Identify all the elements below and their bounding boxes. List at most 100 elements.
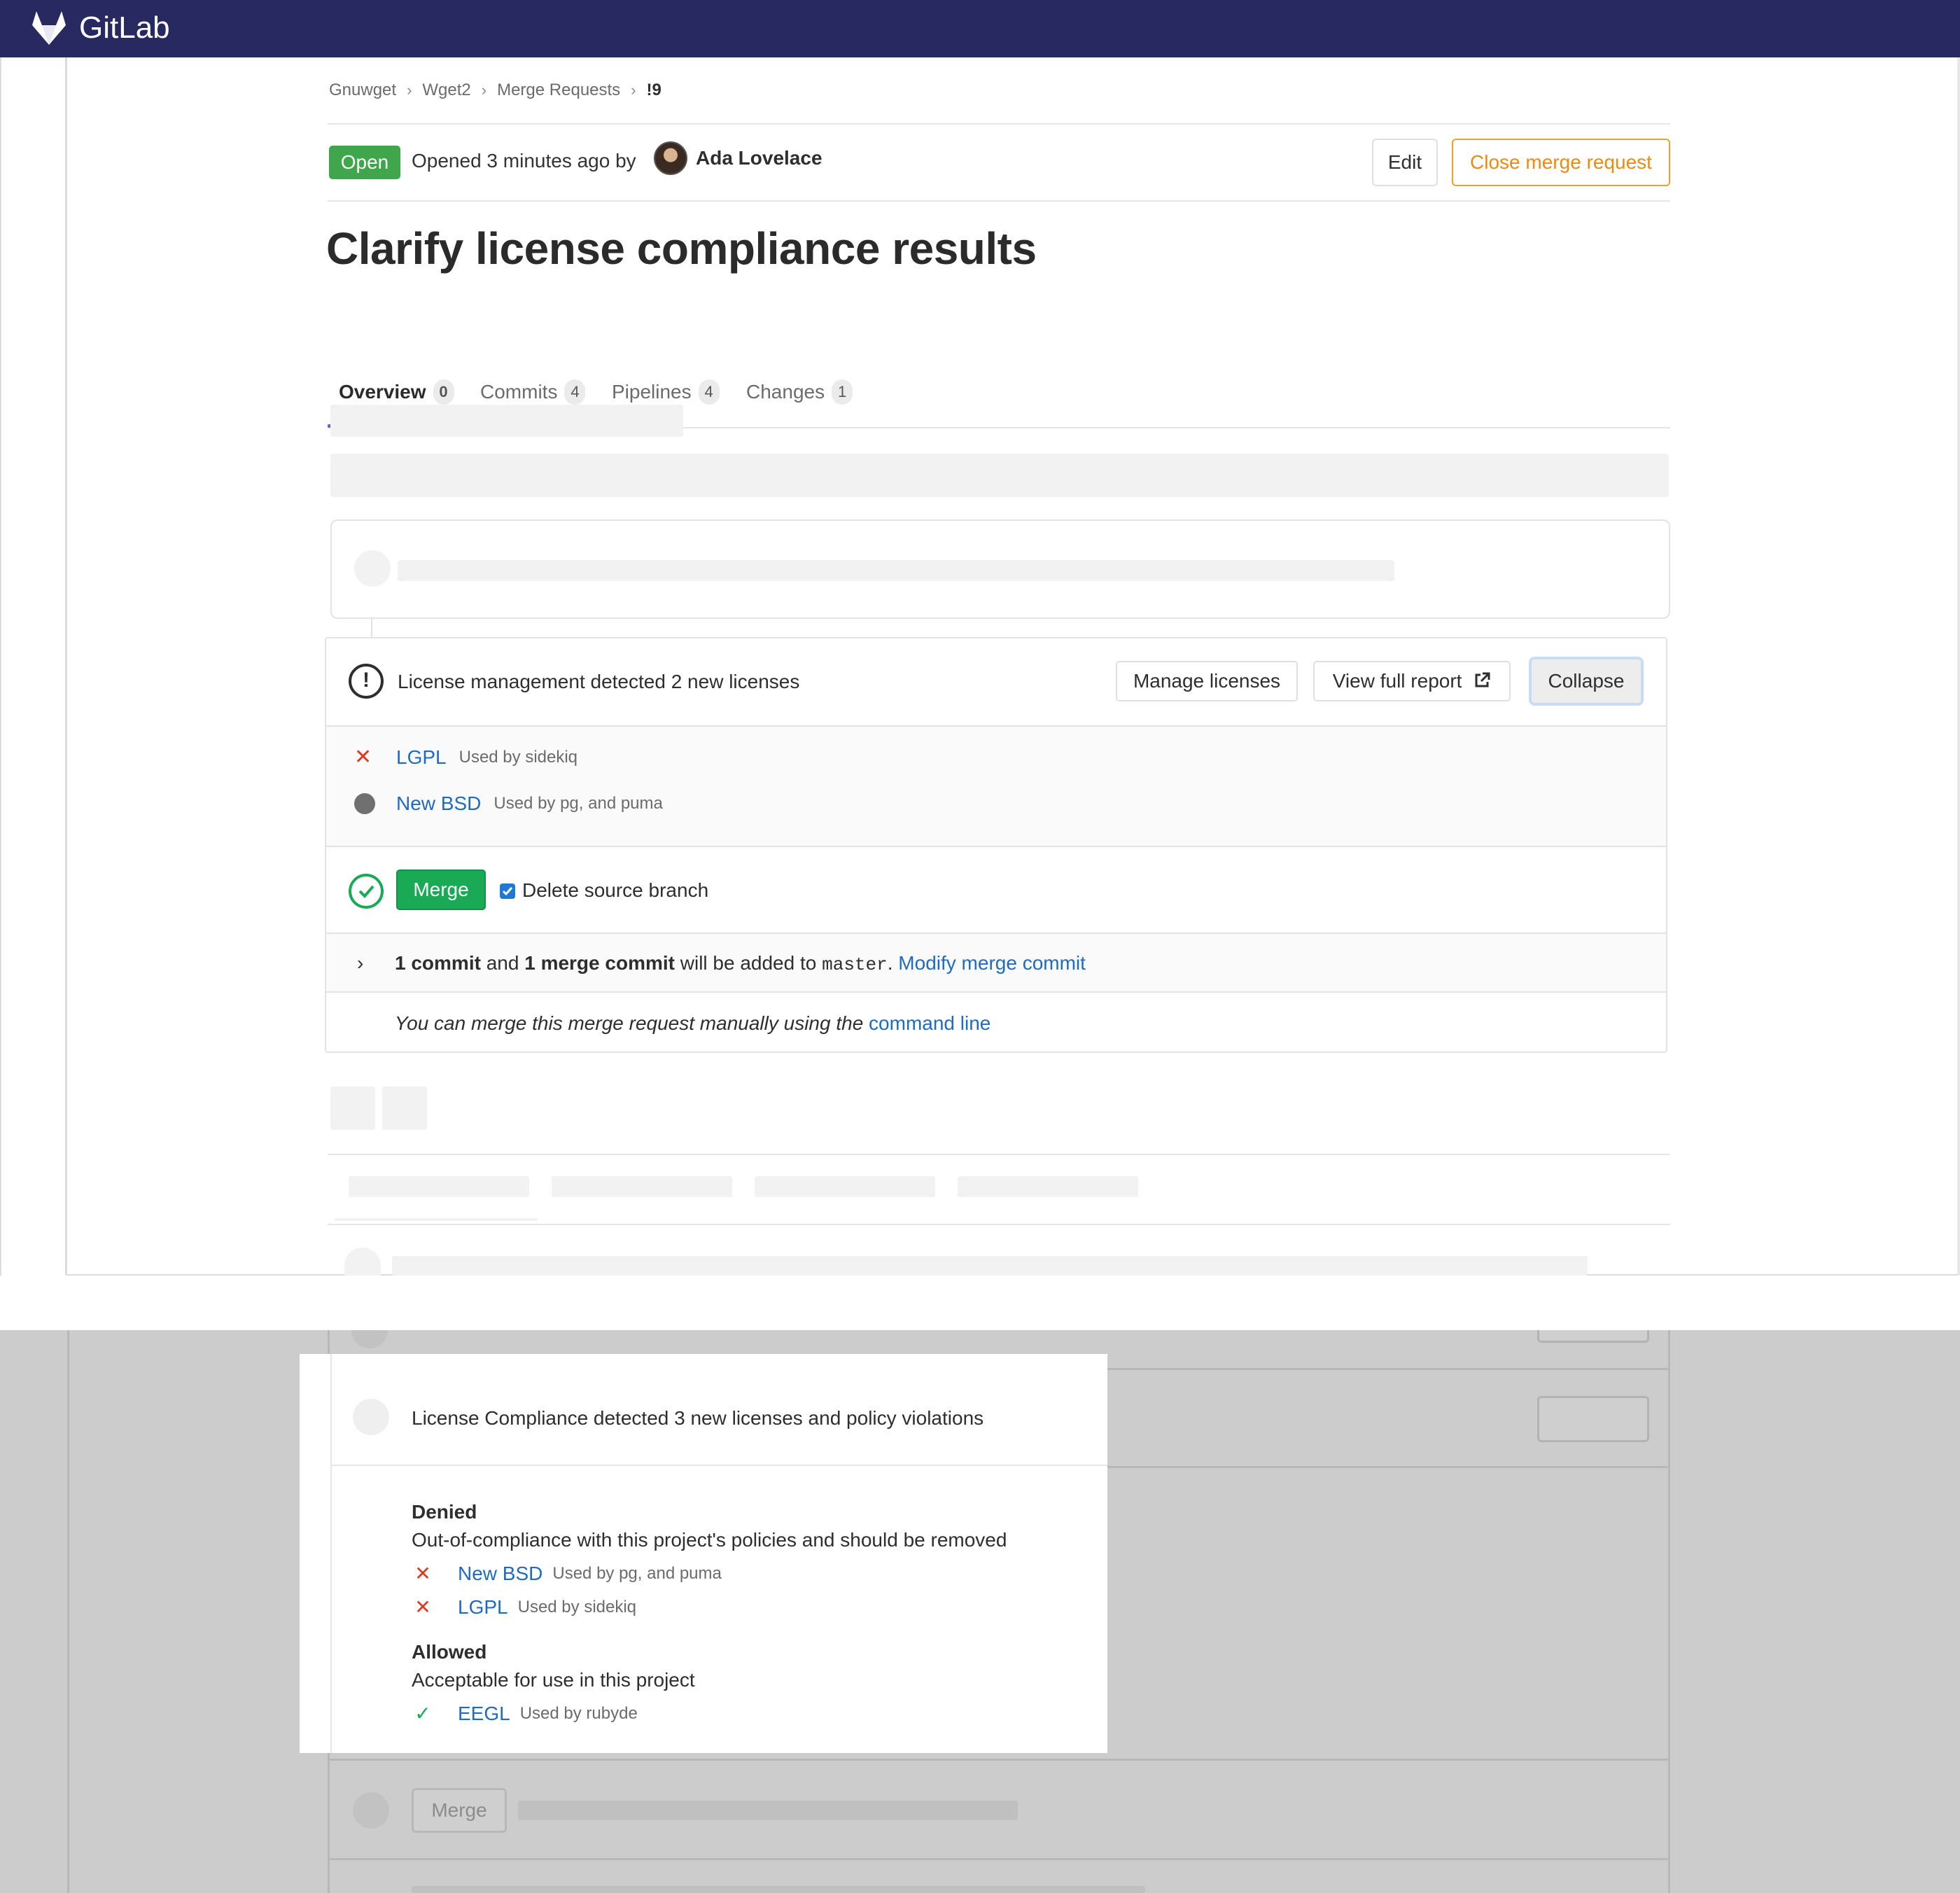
- neutral-dot-icon: [354, 793, 375, 814]
- list-item: ✕ LGPL Used by sidekiq: [354, 746, 578, 769]
- skeleton-tab: [958, 1176, 1138, 1197]
- tab-overview[interactable]: Overview 0: [339, 379, 454, 405]
- delete-branch-label[interactable]: Delete source branch: [522, 879, 708, 902]
- license-compliance-zoom-card: License Compliance detected 3 new licens…: [300, 1354, 1107, 1753]
- tab-commits[interactable]: Commits 4: [480, 379, 586, 405]
- license-widget-header: ! License management detected 2 new lice…: [326, 638, 1666, 727]
- skeleton-line: [398, 560, 1394, 581]
- breadcrumb-item-merge-requests[interactable]: Merge Requests: [497, 81, 620, 100]
- delete-branch-checkbox[interactable]: [500, 883, 515, 899]
- skeleton-tab: [349, 1176, 529, 1197]
- merge-button[interactable]: Merge: [396, 869, 486, 910]
- success-check-circle-icon: [349, 874, 384, 909]
- skeleton-avatar: [344, 1248, 381, 1276]
- allowed-section-title: Allowed: [412, 1641, 487, 1663]
- breadcrumb-chevron-icon: ›: [407, 81, 412, 99]
- tab-changes[interactable]: Changes 1: [746, 379, 853, 405]
- tab-count-badge: 4: [698, 379, 720, 405]
- edit-button[interactable]: Edit: [1372, 139, 1438, 186]
- skeleton-underline: [335, 1218, 538, 1221]
- status-icon-placeholder: [353, 1399, 389, 1435]
- pipeline-card-placeholder: [330, 519, 1670, 619]
- license-used-by: Used by rubyde: [519, 1704, 638, 1723]
- license-link[interactable]: EEGL: [458, 1703, 510, 1725]
- skeleton-button: [1537, 1396, 1649, 1442]
- license-used-by: Used by sidekiq: [517, 1598, 637, 1616]
- warning-exclamation-icon: !: [349, 664, 384, 699]
- skeleton-avatar: [353, 1792, 389, 1829]
- breadcrumb-chevron-icon: ›: [631, 81, 636, 99]
- command-line-hint: You can merge this merge request manuall…: [326, 993, 1666, 1052]
- commit-count: 1 commit: [395, 952, 481, 974]
- commit-text-and: and: [486, 952, 519, 974]
- list-item: ✕ LGPL Used by sidekiq: [414, 1596, 636, 1619]
- tab-label: Commits: [480, 381, 558, 403]
- manage-licenses-button[interactable]: Manage licenses: [1116, 661, 1298, 701]
- divider: [328, 1858, 1670, 1860]
- close-x-icon: ✕: [354, 746, 372, 769]
- status-badge: Open: [329, 146, 400, 179]
- skeleton-block: [330, 454, 1669, 497]
- skeleton-block: [382, 1087, 427, 1130]
- chevron-right-icon[interactable]: ›: [357, 952, 363, 975]
- skeleton-avatar: [354, 550, 391, 587]
- close-merge-request-button[interactable]: Close merge request: [1452, 139, 1670, 186]
- breadcrumb: Gnuwget › Wget2 › Merge Requests › !9: [329, 81, 662, 100]
- check-icon: ✓: [414, 1703, 431, 1724]
- collapse-button[interactable]: Collapse: [1529, 657, 1644, 706]
- tab-label: Changes: [746, 381, 825, 403]
- merge-button[interactable]: Merge: [412, 1788, 507, 1833]
- author-link[interactable]: Ada Lovelace: [696, 147, 822, 169]
- skeleton-button: [1537, 1330, 1649, 1343]
- content-frame-edge: [330, 1354, 332, 1753]
- scrollbar-track[interactable]: [1957, 57, 1960, 1276]
- avatar[interactable]: [654, 141, 687, 175]
- license-link[interactable]: LGPL: [458, 1596, 508, 1619]
- license-used-by: Used by pg, and puma: [552, 1564, 722, 1583]
- divider: [328, 1759, 1670, 1761]
- skeleton-block: [330, 1087, 375, 1130]
- breadcrumb-item-wget2[interactable]: Wget2: [422, 81, 470, 100]
- license-link[interactable]: New BSD: [396, 792, 481, 815]
- gitlab-logo-icon[interactable]: [29, 10, 69, 46]
- left-sidebar: [0, 57, 67, 1276]
- widget-connector: [371, 619, 372, 638]
- tab-count-badge: 1: [832, 379, 853, 405]
- license-link[interactable]: New BSD: [458, 1563, 542, 1585]
- modify-merge-commit-link[interactable]: Modify merge commit: [898, 952, 1086, 974]
- command-line-link[interactable]: command line: [869, 1012, 990, 1034]
- allowed-section-description: Acceptable for use in this project: [412, 1669, 695, 1691]
- target-branch: master: [822, 954, 888, 975]
- denied-section-description: Out-of-compliance with this project's po…: [412, 1529, 1007, 1551]
- merge-request-page: Gnuwget › Wget2 › Merge Requests › !9 Op…: [0, 57, 1960, 1276]
- license-summary: License management detected 2 new licens…: [398, 671, 800, 692]
- opened-timestamp: Opened 3 minutes ago by: [412, 150, 636, 172]
- list-item: ✓ EEGL Used by rubyde: [414, 1703, 638, 1725]
- breadcrumb-current[interactable]: !9: [647, 81, 662, 100]
- license-link[interactable]: LGPL: [396, 746, 447, 769]
- close-x-icon: ✕: [414, 1563, 431, 1584]
- commit-info: 1 commit and 1 merge commit will be adde…: [395, 952, 1086, 975]
- commit-text-added: will be added to: [680, 952, 817, 974]
- license-list: ✕ LGPL Used by sidekiq New BSD Used by p…: [326, 727, 1666, 847]
- license-used-by: Used by sidekiq: [458, 748, 578, 767]
- merge-commit-count: 1 merge commit: [524, 952, 675, 974]
- brand-name[interactable]: GitLab: [79, 9, 170, 47]
- breadcrumb-item-gnuwget[interactable]: Gnuwget: [329, 81, 396, 100]
- divider: [328, 123, 1670, 125]
- denied-section-title: Denied: [412, 1501, 477, 1523]
- top-navbar: GitLab: [0, 0, 1960, 57]
- commit-text-period: .: [887, 952, 893, 974]
- divider: [328, 200, 1670, 202]
- button-label: View full report: [1332, 670, 1462, 692]
- license-used-by: Used by pg, and puma: [493, 794, 663, 813]
- merge-section: Merge Delete source branch: [326, 847, 1666, 934]
- tab-pipelines[interactable]: Pipelines 4: [612, 379, 720, 405]
- cli-hint-text: You can merge this merge request manuall…: [395, 1012, 990, 1035]
- view-full-report-button[interactable]: View full report: [1313, 661, 1511, 701]
- page-title: Clarify license compliance results: [326, 223, 1037, 274]
- list-item: New BSD Used by pg, and puma: [354, 792, 663, 815]
- skeleton-line: [412, 1886, 1145, 1893]
- divider: [328, 1224, 1670, 1225]
- list-item: ✕ New BSD Used by pg, and puma: [414, 1563, 722, 1585]
